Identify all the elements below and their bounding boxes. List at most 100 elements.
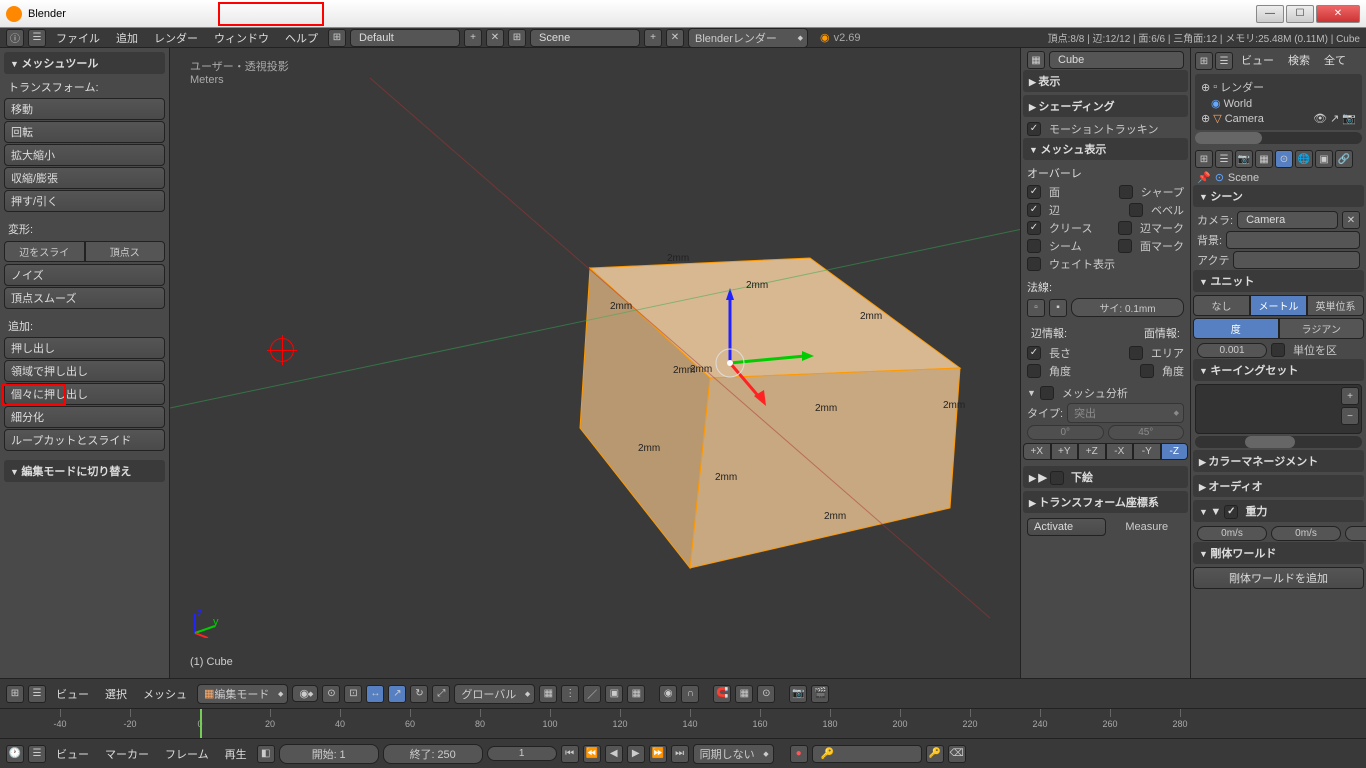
delete-keyframe-icon[interactable]: ⌫ bbox=[948, 745, 966, 763]
pivot-individual-icon[interactable]: ⊡ bbox=[344, 685, 362, 703]
length-check[interactable] bbox=[1027, 346, 1041, 360]
display-panel-header[interactable]: 表示 bbox=[1023, 70, 1188, 92]
layers-icon[interactable]: ▦ bbox=[539, 685, 557, 703]
color-management-header[interactable]: カラーマネージメント bbox=[1193, 450, 1364, 472]
end-frame-field[interactable]: 終了: 250 bbox=[383, 744, 483, 764]
edge-select-icon[interactable]: ／ bbox=[583, 685, 601, 703]
axis-py[interactable]: +Y bbox=[1051, 443, 1079, 460]
play-reverse-icon[interactable]: ◀ bbox=[605, 745, 623, 763]
background-field[interactable] bbox=[1226, 231, 1360, 249]
normal-size-field[interactable]: サイ: 0.1mm bbox=[1071, 298, 1184, 317]
keying-scrollbar[interactable] bbox=[1195, 436, 1362, 448]
timeline-marker-menu[interactable]: マーカー bbox=[99, 746, 155, 762]
push-pull-button[interactable]: 押す/引く bbox=[4, 190, 165, 212]
3dview-collapse-icon[interactable]: ☰ bbox=[28, 685, 46, 703]
gravity-check[interactable] bbox=[1224, 505, 1238, 519]
add-rigid-body-world-button[interactable]: 剛体ワールドを追加 bbox=[1193, 567, 1364, 589]
rotate-manipulator-icon[interactable]: ↻ bbox=[410, 685, 428, 703]
opengl-anim-icon[interactable]: 🎬 bbox=[811, 685, 829, 703]
switch-editmode-header[interactable]: 編集モードに切り替え bbox=[4, 460, 165, 482]
sharp-check[interactable] bbox=[1119, 185, 1133, 199]
activate-button[interactable]: Activate bbox=[1027, 518, 1106, 536]
start-frame-field[interactable]: 開始: 1 bbox=[279, 744, 379, 764]
editor-type-icon[interactable]: ⓘ bbox=[6, 29, 24, 47]
mesh-display-header[interactable]: メッシュ表示 bbox=[1023, 138, 1188, 160]
unit-imperial[interactable]: 英単位系 bbox=[1307, 295, 1364, 316]
unit-metric[interactable]: メートル bbox=[1250, 295, 1307, 316]
gravity-z-field[interactable]: -9.8 bbox=[1345, 526, 1366, 541]
sync-mode-selector[interactable]: 同期しない bbox=[693, 744, 774, 764]
outliner-collapse-icon[interactable]: ☰ bbox=[1215, 52, 1233, 70]
keying-remove-icon[interactable]: − bbox=[1341, 407, 1359, 425]
units-panel-header[interactable]: ユニット bbox=[1193, 270, 1364, 292]
outliner-scrollbar[interactable] bbox=[1195, 132, 1362, 144]
playhead[interactable] bbox=[200, 709, 202, 738]
timeline-editor-icon[interactable]: 🕐 bbox=[6, 745, 24, 763]
angle-degrees[interactable]: 度 bbox=[1193, 318, 1279, 339]
shading-selector[interactable]: ◉ bbox=[292, 685, 318, 702]
faces-check[interactable] bbox=[1027, 185, 1041, 199]
collapse-icon[interactable]: ☰ bbox=[28, 29, 46, 47]
camera-clear-icon[interactable]: ✕ bbox=[1342, 211, 1360, 229]
snap-target-icon[interactable]: ⊙ bbox=[757, 685, 775, 703]
rigid-body-world-header[interactable]: 剛体ワールド bbox=[1193, 542, 1364, 564]
angle-min-field[interactable]: 0° bbox=[1027, 425, 1104, 440]
menu-file[interactable]: ファイル bbox=[50, 30, 106, 46]
tree-render-layers[interactable]: ⊕▫レンダー bbox=[1199, 78, 1358, 96]
transform-orientation-header[interactable]: トランスフォーム座標系 bbox=[1023, 491, 1188, 513]
snap-element-icon[interactable]: ▦ bbox=[735, 685, 753, 703]
tab-render-icon[interactable]: 📷 bbox=[1235, 150, 1253, 168]
gravity-y-field[interactable]: 0m/s bbox=[1271, 526, 1341, 541]
tab-constraints-icon[interactable]: 🔗 bbox=[1335, 150, 1353, 168]
edges-check[interactable] bbox=[1027, 203, 1041, 217]
timeline-collapse-icon[interactable]: ☰ bbox=[28, 745, 46, 763]
extrude-region-button[interactable]: 領域で押し出し bbox=[4, 360, 165, 382]
motion-tracking-check[interactable] bbox=[1027, 122, 1041, 136]
vert-slide-button[interactable]: 頂点ス bbox=[85, 241, 166, 262]
analysis-type-selector[interactable]: 突出 bbox=[1067, 403, 1184, 423]
tab-layers-icon[interactable]: ▦ bbox=[1255, 150, 1273, 168]
edgemark-check[interactable] bbox=[1118, 221, 1132, 235]
close-button[interactable]: ✕ bbox=[1316, 5, 1360, 23]
screen-layout-icon[interactable]: ⊞ bbox=[328, 29, 346, 47]
outliner-view-menu[interactable]: ビュー bbox=[1235, 52, 1280, 70]
menu-render[interactable]: レンダー bbox=[148, 30, 204, 46]
axis-px[interactable]: +X bbox=[1023, 443, 1051, 460]
seams-check[interactable] bbox=[1027, 239, 1041, 253]
creases-check[interactable] bbox=[1027, 221, 1041, 235]
properties-collapse-icon[interactable]: ☰ bbox=[1215, 150, 1233, 168]
keying-set-field[interactable]: 🔑 bbox=[812, 745, 922, 763]
weights-check[interactable] bbox=[1027, 257, 1041, 271]
vert-select-icon[interactable]: ⋮ bbox=[561, 685, 579, 703]
edge-slide-button[interactable]: 辺をスライ bbox=[4, 241, 85, 262]
subdivide-button[interactable]: 細分化 bbox=[4, 406, 165, 428]
face-select-icon[interactable]: ▣ bbox=[605, 685, 623, 703]
extrude-individual-button[interactable]: 個々に押し出し bbox=[4, 383, 165, 405]
area-check[interactable] bbox=[1129, 346, 1143, 360]
outliner-all-menu[interactable]: 全て bbox=[1318, 52, 1352, 70]
layout-add-icon[interactable]: + bbox=[464, 29, 482, 47]
prev-keyframe-icon[interactable]: ⏪ bbox=[583, 745, 601, 763]
axis-nz[interactable]: -Z bbox=[1161, 443, 1189, 460]
tab-object-icon[interactable]: ▣ bbox=[1315, 150, 1333, 168]
tab-world-icon[interactable]: 🌐 bbox=[1295, 150, 1313, 168]
proportional-edit-icon[interactable]: ◉ bbox=[659, 685, 677, 703]
manipulator-toggle[interactable]: ↔ bbox=[366, 685, 384, 703]
face-normal-icon[interactable]: ▪ bbox=[1049, 299, 1067, 317]
face-angle-check[interactable] bbox=[1140, 364, 1154, 378]
scene-add-icon[interactable]: + bbox=[644, 29, 662, 47]
scene-panel-header[interactable]: シーン bbox=[1193, 185, 1364, 207]
falloff-icon[interactable]: ∩ bbox=[681, 685, 699, 703]
scene-browse-icon[interactable]: ⊞ bbox=[508, 29, 526, 47]
outliner-editor-icon[interactable]: ⊞ bbox=[1195, 52, 1213, 70]
select-menu[interactable]: 選択 bbox=[99, 686, 133, 702]
audio-header[interactable]: オーディオ bbox=[1193, 475, 1364, 497]
noise-button[interactable]: ノイズ bbox=[4, 264, 165, 286]
underlay-header[interactable]: ▶ 下絵 bbox=[1023, 466, 1188, 488]
angle-max-field[interactable]: 45° bbox=[1108, 425, 1185, 440]
menu-add[interactable]: 追加 bbox=[110, 30, 144, 46]
timeline-frame-menu[interactable]: フレーム bbox=[159, 746, 215, 762]
opengl-render-icon[interactable]: 📷 bbox=[789, 685, 807, 703]
angle-radians[interactable]: ラジアン bbox=[1279, 318, 1365, 339]
layout-del-icon[interactable]: ✕ bbox=[486, 29, 504, 47]
